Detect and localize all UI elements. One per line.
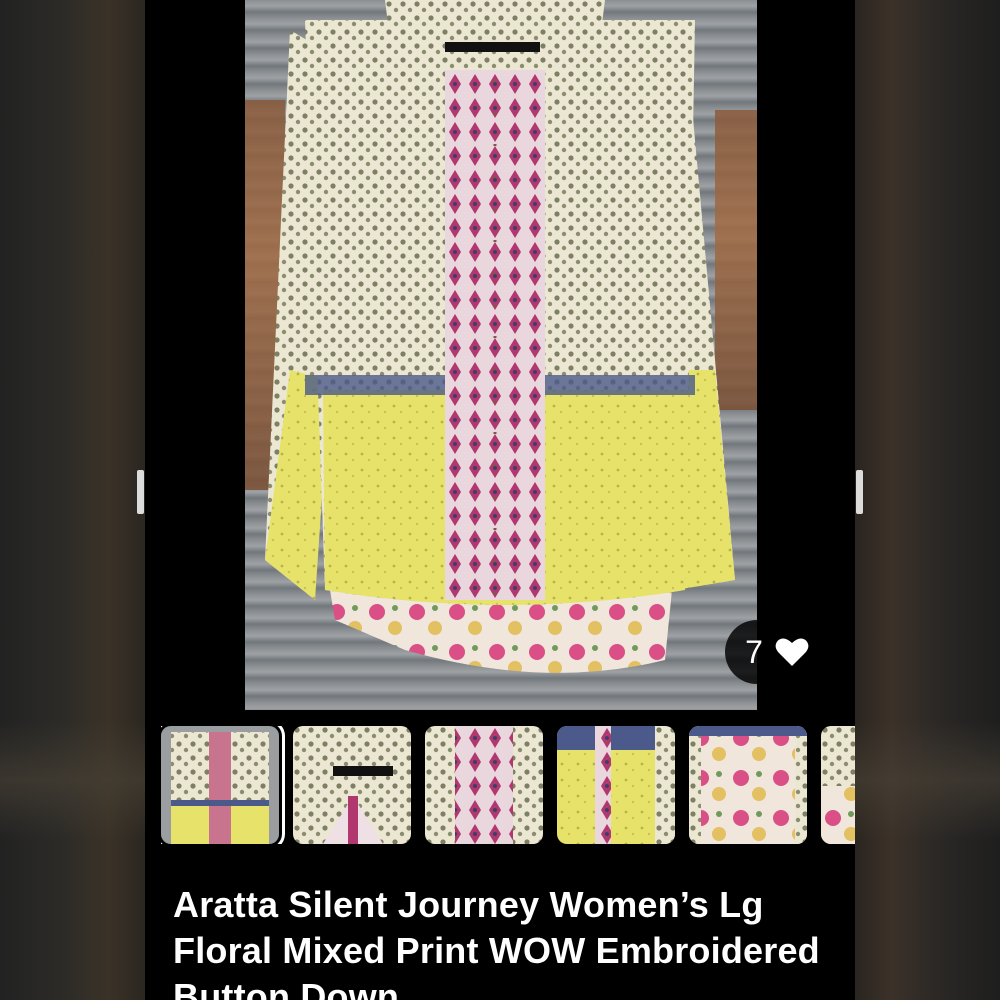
listing-title: Aratta Silent Journey Women’s Lg Floral … [173, 884, 820, 1000]
listing-screen: 7 Aratta Silent Journey Women’s Lg Flora… [0, 0, 1000, 1000]
shirt-illustration [265, 0, 735, 673]
thumbnail-5[interactable] [689, 726, 807, 844]
like-count: 7 [745, 633, 763, 670]
thumbnail-6[interactable] [821, 726, 855, 844]
thumbnail-2[interactable] [293, 726, 411, 844]
thumbnail-strip[interactable] [161, 726, 855, 844]
next-edge-handle[interactable] [856, 470, 863, 514]
heart-icon [775, 638, 809, 666]
thumbnail-4[interactable] [557, 726, 675, 844]
blurred-background-right [855, 0, 1000, 1000]
thumbnail-1[interactable] [161, 726, 279, 844]
blurred-background-left [0, 0, 145, 1000]
thumbnail-3[interactable] [425, 726, 543, 844]
main-product-photo[interactable] [245, 0, 757, 710]
listing-panel: 7 Aratta Silent Journey Women’s Lg Flora… [145, 0, 855, 1000]
previous-edge-handle[interactable] [137, 470, 144, 514]
like-button[interactable]: 7 [725, 620, 829, 684]
